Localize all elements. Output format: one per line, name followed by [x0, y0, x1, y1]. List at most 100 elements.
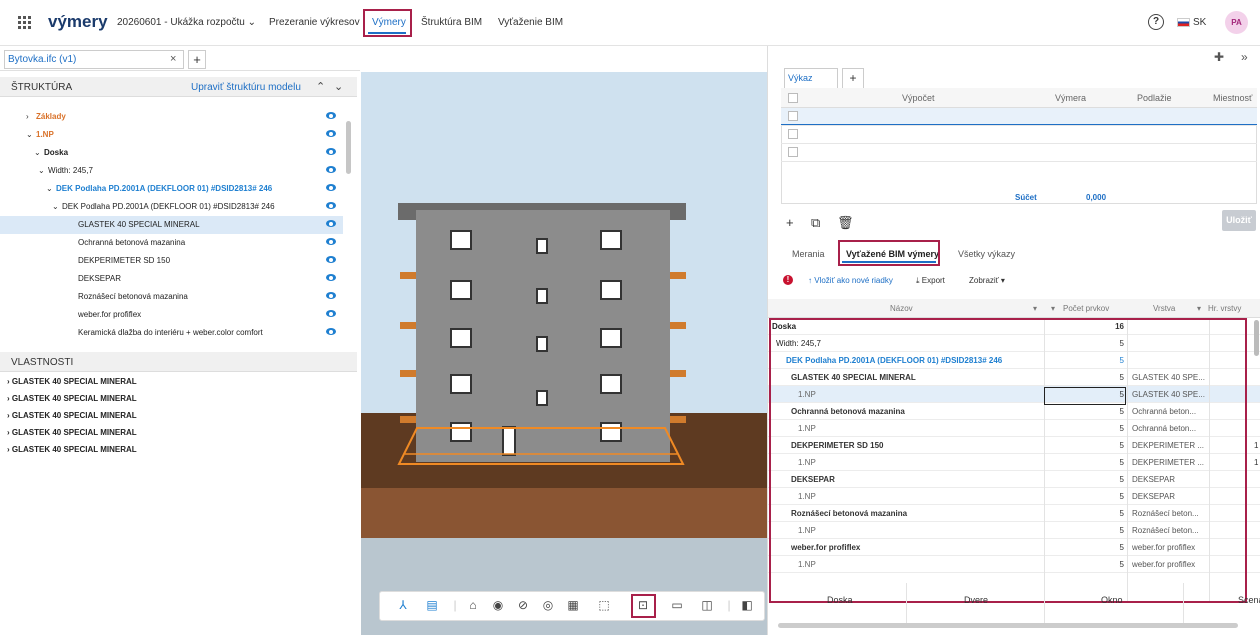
close-icon[interactable]: × [170, 53, 176, 65]
eye-icon[interactable] [326, 292, 336, 299]
col-pocet-prvkov[interactable]: Počet prvkov [1063, 304, 1109, 313]
eye-icon[interactable] [326, 130, 336, 137]
eye-icon[interactable] [326, 220, 336, 227]
section-box-icon[interactable]: ⬚ [597, 598, 611, 612]
eye-icon[interactable]: ◉ [491, 598, 505, 612]
apps-grid-icon[interactable] [18, 16, 31, 29]
error-icon[interactable]: ! [783, 275, 793, 285]
file-tab-label[interactable]: Bytovka.ifc (v1) [8, 54, 76, 65]
section-plane-icon[interactable]: ◫ [700, 598, 714, 612]
collapse-panel-icon[interactable]: » [1241, 50, 1248, 64]
col-vrstva[interactable]: Vrstva [1153, 304, 1175, 313]
nav-prezeranie[interactable]: Prezeranie výkresov [269, 17, 360, 28]
tree-node[interactable]: › Základy [0, 108, 343, 126]
eye-icon[interactable] [326, 166, 336, 173]
tree-scrollbar[interactable] [346, 121, 351, 174]
filter-icon[interactable]: ▾ [1051, 304, 1055, 313]
tree-node[interactable]: Ochranná betonová mazanina [0, 234, 343, 252]
chevron-icon[interactable]: ⌄ [38, 166, 45, 175]
copy-icon[interactable]: ⧉ [811, 215, 820, 231]
trash-icon[interactable]: 🗑 [837, 215, 854, 231]
edit-structure-link[interactable]: Upraviť štruktúru modelu [191, 82, 301, 93]
tree-node[interactable]: GLASTEK 40 SPECIAL MINERAL [0, 216, 343, 234]
add-file-button[interactable]: + [188, 50, 206, 69]
flag-icon[interactable] [1177, 18, 1190, 27]
eye-icon[interactable] [326, 202, 336, 209]
eye-icon[interactable] [326, 310, 336, 317]
tree-node[interactable]: ⌄ 1.NP [0, 126, 343, 144]
chevron-icon[interactable]: ⌄ [34, 148, 41, 157]
chevron-icon[interactable]: ⌄ [26, 130, 33, 139]
chevron-icon[interactable]: ⌄ [52, 202, 59, 211]
save-button[interactable]: Uložiť [1222, 210, 1256, 231]
tree-node[interactable]: weber.for profiflex [0, 306, 343, 324]
col-vypocet[interactable]: Výpočet [902, 93, 935, 103]
add-vykaz-button[interactable]: + [842, 68, 864, 88]
axis-icon[interactable]: ⅄ [396, 598, 410, 612]
tab-vsetky-vykazy[interactable]: Všetky výkazy [958, 249, 1015, 259]
add-row-icon[interactable]: + [786, 215, 794, 230]
eye-icon[interactable] [326, 112, 336, 119]
project-selector[interactable]: 20260601 - Ukážka rozpočtu ⌄ [117, 17, 256, 28]
eye-icon[interactable] [326, 184, 336, 191]
help-icon[interactable]: ? [1148, 14, 1164, 30]
chevron-icon[interactable]: ⌄ [46, 184, 53, 193]
home-icon[interactable]: ⌂ [466, 598, 480, 612]
property-group[interactable]: › GLASTEK 40 SPECIAL MINERAL [7, 394, 137, 403]
eye-icon[interactable] [326, 328, 336, 335]
avatar[interactable]: PA [1225, 11, 1248, 34]
bottom-tab-okno[interactable]: Okno [1101, 595, 1123, 605]
horizontal-scrollbar[interactable] [778, 623, 1238, 628]
bottom-tab-doska[interactable]: Doska [827, 595, 853, 605]
eye-icon[interactable] [326, 256, 336, 263]
transparency-icon[interactable]: ▦ [566, 598, 580, 612]
split-view-icon[interactable]: ◧ [740, 598, 754, 612]
language-selector[interactable]: SK [1193, 17, 1206, 28]
tree-node[interactable]: DEKPERIMETER SD 150 [0, 252, 343, 270]
zoom-to-selection-icon[interactable]: ⊡ [636, 598, 650, 612]
tree-node[interactable]: DEKSEPAR [0, 270, 343, 288]
filter-icon[interactable]: ▾ [1033, 304, 1037, 313]
tab-vykaz-label[interactable]: Výkaz [788, 73, 813, 83]
calc-row[interactable] [781, 126, 1257, 144]
property-group[interactable]: › GLASTEK 40 SPECIAL MINERAL [7, 377, 137, 386]
hide-icon[interactable]: ⊘ [516, 598, 530, 612]
isolate-icon[interactable]: ◎ [541, 598, 555, 612]
eye-icon[interactable] [326, 148, 336, 155]
select-all-checkbox[interactable] [788, 93, 798, 103]
insert-rows-button[interactable]: ↑ Vložiť ako nové riadky [808, 276, 893, 285]
expand-all-icon[interactable]: ⌄ [334, 80, 343, 93]
export-button[interactable]: ⤓ Export [916, 276, 945, 286]
measure-icon[interactable]: ▭ [670, 598, 684, 612]
grid-scrollbar[interactable] [1254, 320, 1259, 356]
tree-node[interactable]: ⌄ Doska [0, 144, 343, 162]
col-podlazie[interactable]: Podlažie [1137, 93, 1172, 103]
property-group[interactable]: › GLASTEK 40 SPECIAL MINERAL [7, 428, 137, 437]
col-hr-vrstvy[interactable]: Hr. vrstvy [1208, 304, 1241, 313]
tab-merania[interactable]: Merania [792, 249, 825, 259]
property-group[interactable]: › GLASTEK 40 SPECIAL MINERAL [7, 445, 137, 454]
tree-node[interactable]: ⌄ DEK Podlaha PD.2001A (DEKFLOOR 01) #DSI… [0, 180, 343, 198]
bottom-tab-scena[interactable]: Scena [1238, 595, 1260, 605]
col-vymera[interactable]: Výmera [1055, 93, 1086, 103]
panel-icon[interactable]: ▤ [425, 598, 439, 612]
eye-icon[interactable] [326, 238, 336, 245]
nav-vytazenie-bim[interactable]: Vyťaženie BIM [498, 17, 563, 28]
filter-icon[interactable]: ▾ [1197, 304, 1201, 313]
add-person-icon[interactable]: ✚ [1214, 50, 1224, 64]
tree-node[interactable]: ⌄ Width: 245,7 [0, 162, 343, 180]
show-dropdown[interactable]: Zobraziť ▾ [969, 276, 1005, 285]
collapse-all-icon[interactable]: ⌃ [316, 80, 325, 93]
tree-node[interactable]: Keramická dlažba do interiéru + weber.co… [0, 324, 343, 342]
chevron-icon[interactable]: › [26, 112, 29, 121]
calc-row[interactable] [781, 144, 1257, 162]
eye-icon[interactable] [326, 274, 336, 281]
tree-node[interactable]: ⌄ DEK Podlaha PD.2001A (DEKFLOOR 01) #DSI… [0, 198, 343, 216]
app-logo[interactable]: výmery [48, 12, 108, 32]
col-miestnost[interactable]: Miestnosť [1213, 93, 1252, 103]
nav-struktura-bim[interactable]: Štruktúra BIM [421, 17, 482, 28]
tree-node[interactable]: Roznášecí betonová mazanina [0, 288, 343, 306]
bottom-tab-dvere[interactable]: Dvere [964, 595, 988, 605]
col-nazov[interactable]: Názov [890, 304, 913, 313]
property-group[interactable]: › GLASTEK 40 SPECIAL MINERAL [7, 411, 137, 420]
